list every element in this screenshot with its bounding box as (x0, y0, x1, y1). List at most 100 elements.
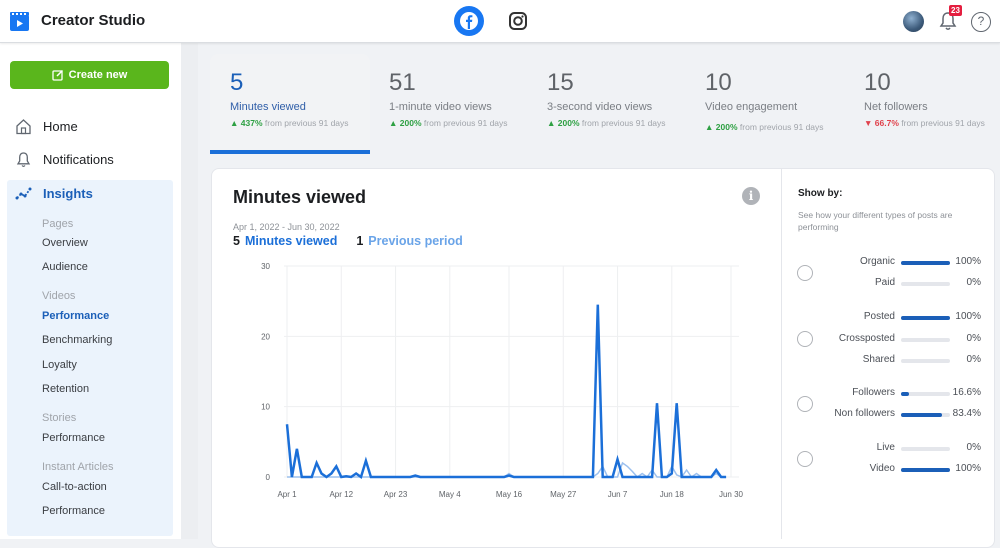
breakdown-value: 0% (966, 442, 981, 453)
y-tick-label: 10 (261, 403, 270, 412)
breakdown-bar (901, 392, 950, 396)
breakdown-label: Non followers (834, 408, 895, 419)
x-tick-label: Jun 30 (719, 490, 744, 499)
breakdown-label: Posted (863, 311, 895, 322)
nav-articles-call-to-action[interactable]: Call-to-action (42, 481, 107, 493)
x-tick-label: Apr 12 (329, 490, 353, 499)
breakdown-bar-fill (901, 468, 950, 472)
nav-videos-benchmarking[interactable]: Benchmarking (42, 334, 112, 346)
insights-icon (14, 184, 32, 202)
breakdown-bar (901, 261, 950, 265)
change-down-icon: ▼ (864, 118, 875, 128)
section-heading-instant-articles: Instant Articles (42, 461, 114, 473)
nav-pages-audience[interactable]: Audience (42, 261, 88, 273)
tab-1-minute-views[interactable]: 51 1-minute video views ▲ 200% from prev… (369, 54, 529, 154)
sidebar-item-insights[interactable]: Insights (14, 182, 93, 204)
tab-net-followers[interactable]: 10 Net followers ▼ 66.7% from previous 9… (844, 54, 1000, 154)
metric-value: 10 (705, 69, 732, 96)
instagram-icon[interactable] (507, 10, 529, 32)
breakdown-bar (901, 316, 950, 320)
edit-icon (51, 69, 63, 81)
series-line-minutes-viewed (285, 304, 727, 480)
app-title: Creator Studio (41, 12, 146, 29)
sidebar-item-home[interactable]: Home (14, 115, 78, 137)
x-tick-label: May 16 (496, 490, 523, 499)
sidebar-item-label: Insights (43, 185, 93, 201)
breakdown-bar-fill (901, 413, 942, 417)
breakdown-value: 100% (955, 311, 981, 322)
breakdown-bar (901, 413, 950, 417)
breakdown-bar (901, 282, 950, 286)
sidebar-item-notifications[interactable]: Notifications (14, 148, 114, 170)
breakdown-label: Organic (859, 256, 895, 267)
nav-videos-performance[interactable]: Performance (42, 310, 109, 322)
tab-3-second-views[interactable]: 15 3-second video views ▲ 200% from prev… (527, 54, 687, 154)
breakdown-label: Crossposted (838, 332, 895, 344)
breakdown-bar-fill (901, 261, 950, 265)
breakdown-label: Shared (862, 354, 895, 365)
breakdown-value: 83.4% (952, 408, 981, 419)
show-by-description: See how your different types of posts ar… (798, 210, 953, 232)
metric-value: 15 (547, 69, 574, 96)
facebook-icon (460, 12, 478, 30)
metric-label: Net followers (864, 101, 928, 113)
show-by-title: Show by: (798, 188, 843, 199)
sidebar-item-label: Home (43, 118, 78, 134)
metric-label: 1-minute video views (389, 101, 492, 113)
breakdown-value: 0% (966, 332, 981, 344)
metric-value: 51 (389, 69, 416, 96)
create-new-button[interactable]: Create new (10, 61, 169, 89)
breakdown-bar (901, 447, 950, 451)
breakdown-bar-fill (901, 392, 910, 396)
nav-stories-performance[interactable]: Performance (42, 432, 105, 444)
breakdown-label: Followers (852, 387, 895, 398)
breakdown-value: 100% (955, 463, 981, 474)
metric-value: 10 (864, 69, 891, 96)
nav-articles-performance[interactable]: Performance (42, 505, 105, 517)
metric-change: ▲ 200% from previous 91 days (389, 118, 508, 128)
x-tick-label: May 27 (550, 490, 577, 499)
x-tick-label: Jun 18 (660, 490, 685, 499)
change-up-icon: ▲ (389, 118, 400, 128)
legend-previous[interactable]: 1 Previous period (356, 234, 462, 248)
y-tick-label: 30 (261, 262, 270, 271)
breakdown-value: 0% (966, 277, 981, 288)
metric-change: ▼ 66.7% from previous 91 days (864, 118, 985, 128)
y-tick-label: 0 (266, 473, 271, 482)
breakdown-label: Paid (874, 277, 895, 288)
notification-count-badge: 23 (949, 5, 962, 16)
legend-current[interactable]: 5 Minutes viewed (233, 234, 337, 248)
nav-pages-overview[interactable]: Overview (42, 237, 88, 249)
breakdown-bar (901, 359, 950, 363)
section-heading-pages: Pages (42, 218, 74, 230)
card-divider (781, 168, 782, 539)
tab-video-engagement[interactable]: 10 Video engagement ▲ 200% from previous… (685, 54, 845, 154)
metric-label: Video engagement (705, 101, 798, 113)
breakdown-bar (901, 337, 950, 342)
x-tick-label: Jun 7 (608, 490, 628, 499)
section-heading-stories: Stories (42, 412, 77, 424)
date-range: Apr 1, 2022 - Jun 30, 2022 (233, 222, 340, 232)
chart-legend: 5 Minutes viewed 1 Previous period (233, 234, 463, 248)
chart-title: Minutes viewed (233, 187, 367, 207)
breakdown-label: Video (869, 463, 895, 474)
create-new-label: Create new (68, 69, 128, 81)
breakdown-bar (901, 468, 950, 472)
metric-tabs: 5 Minutes viewed ▲ 437% from previous 91… (210, 54, 1000, 154)
x-tick-label: May 4 (439, 490, 461, 499)
tab-minutes-viewed[interactable]: 5 Minutes viewed ▲ 437% from previous 91… (210, 54, 370, 154)
nav-videos-loyalty[interactable]: Loyalty (42, 359, 77, 371)
nav-videos-retention[interactable]: Retention (42, 383, 89, 395)
change-up-icon: ▲ (230, 118, 241, 128)
facebook-platform-button[interactable] (454, 6, 484, 36)
breakdown-bar-fill (901, 316, 950, 320)
x-tick-label: Apr 1 (277, 490, 297, 499)
y-tick-label: 20 (261, 332, 270, 341)
bell-icon (14, 150, 32, 168)
info-icon[interactable]: i (742, 187, 760, 205)
change-up-icon: ▲ (547, 118, 558, 128)
metric-change: ▲ 437% from previous 91 days (230, 118, 349, 128)
help-button[interactable]: ? (971, 12, 991, 32)
metric-value: 5 (230, 69, 244, 96)
avatar[interactable] (903, 11, 924, 32)
